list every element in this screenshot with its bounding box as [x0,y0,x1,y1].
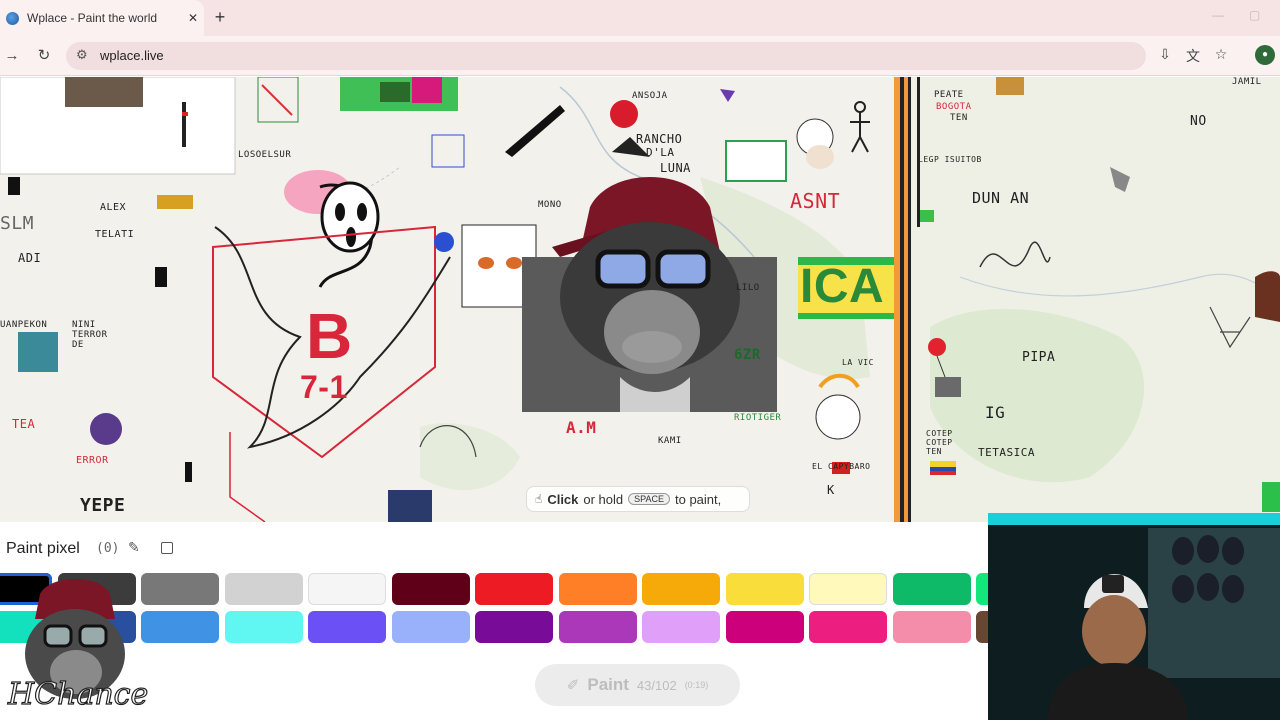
map-label: DUN AN [972,189,1030,207]
map-label: PEATE [934,90,964,100]
map-label: KAMI [658,436,682,446]
map-label: LUNA [660,161,691,175]
paint-label: Paint [587,675,629,694]
color-swatch[interactable] [391,611,470,643]
map-label: RANCHO [636,132,683,146]
map-label: ALEX [100,202,127,213]
hand-pointer-icon: ☝ [535,492,543,506]
tab-title: Wplace - Paint the world [27,11,158,25]
color-swatch[interactable] [725,573,804,605]
map-label: ANSOJA [632,91,668,101]
map-label: ERROR [76,455,109,466]
panel-title: Paint pixel [6,540,80,557]
pixel-map-canvas[interactable]: LOSOELSUR ANSOJA RANCHO D'LA LUNA MONO A… [0,77,1280,522]
map-label: LA VIC [842,358,874,367]
color-swatch[interactable] [391,573,470,605]
tab-bar: Wplace - Paint the world ✕ + — ▢ [0,0,1280,36]
new-tab-button[interactable]: + [210,7,230,27]
map-label: SLM [0,213,35,234]
address-bar[interactable]: ⚙ wplace.live [66,42,1146,70]
hint-to-paint: to paint, [674,491,722,507]
map-label: D'LA [646,146,675,159]
map-label: TEN [950,113,968,123]
forward-icon[interactable]: → [2,46,22,66]
color-swatch[interactable] [308,573,386,605]
install-app-icon[interactable]: ⇩ [1155,46,1175,63]
map-label: K [827,483,835,497]
color-swatch[interactable] [892,573,971,605]
map-label: ASNT [790,189,841,213]
map-label: TETASICA [978,446,1035,459]
map-label: NINI TERROR DE [72,320,108,350]
color-swatch[interactable] [475,573,553,605]
minimize-icon[interactable]: — [1212,8,1224,22]
profile-avatar[interactable]: ● [1255,45,1275,65]
logo-text: HChance [7,677,148,712]
browser-tab[interactable]: Wplace - Paint the world ✕ [0,0,204,36]
map-label: YEPE [80,495,126,516]
maximize-icon[interactable]: ▢ [1249,8,1260,22]
bookmark-star-icon[interactable]: ☆ [1211,46,1231,63]
map-label: NO [1190,114,1207,129]
map-label: PIPA [1022,350,1056,365]
map-label: B [306,300,353,372]
map-label: BOGOTA [936,102,972,112]
map-label: COTEP COTEP TEN [926,429,953,456]
translate-icon[interactable]: 文 [1183,46,1203,66]
color-swatch[interactable] [308,611,386,643]
hint-click: Click [547,491,579,507]
map-label: 7-1 [300,369,348,405]
map-label: EL CAPYBARO [812,462,871,471]
color-swatch[interactable] [558,573,637,605]
color-swatch[interactable] [725,611,804,643]
map-label: LEGP ISUITOB [918,155,982,164]
color-swatch[interactable] [224,573,303,605]
url-text: wplace.live [100,48,164,63]
color-swatch[interactable] [892,611,971,643]
color-swatch[interactable] [642,573,720,605]
map-label: LOSOELSUR [238,150,292,160]
map-label: TEA [12,417,36,431]
map-label: IG [985,403,1006,422]
color-swatch[interactable] [141,611,219,643]
palette-grid-icon[interactable] [161,542,173,554]
streamer-logo-overlay: HChance [0,574,150,720]
color-swatch[interactable] [809,573,887,605]
color-swatch[interactable] [809,611,887,643]
map-label: TELATI [95,229,135,240]
color-swatch[interactable] [642,611,720,643]
paint-charges: 43/102 [636,677,677,693]
map-label: A.M [566,418,597,437]
map-label: JAMIL [1232,77,1262,87]
site-settings-icon[interactable]: ⚙ [76,47,88,63]
map-label: ADI [18,251,42,265]
browser-toolbar: → ↻ ⚙ wplace.live ⇩ 文 ☆ ● [0,36,1280,76]
pencil-icon[interactable]: ✎ [128,539,140,556]
map-label: UANPEKON [0,320,48,330]
pixel-count: (0) [96,541,120,556]
webcam-feed [988,513,1280,720]
paint-button[interactable]: ✐ Paint 43/102 (0:19) [535,664,740,706]
brush-icon: ✐ [566,677,580,694]
paint-timer: (0:19) [684,680,709,690]
hint-or-hold: or hold [583,491,624,507]
tab-close-button[interactable]: ✕ [182,11,204,25]
map-label: LILO [736,283,760,293]
space-key-badge: SPACE [628,493,670,505]
reload-icon[interactable]: ↻ [34,46,54,66]
map-label: 6ZR [734,347,761,363]
color-swatch[interactable] [224,611,303,643]
color-swatch[interactable] [475,611,553,643]
globe-icon [6,11,19,25]
map-label: MONO [538,200,562,210]
color-swatch[interactable] [558,611,637,643]
paint-hint: ☝ Click or hold SPACE to paint, [526,486,750,512]
map-label: RIOTIGER [734,413,782,423]
color-swatch[interactable] [141,573,219,605]
map-label: ICA [800,260,885,313]
